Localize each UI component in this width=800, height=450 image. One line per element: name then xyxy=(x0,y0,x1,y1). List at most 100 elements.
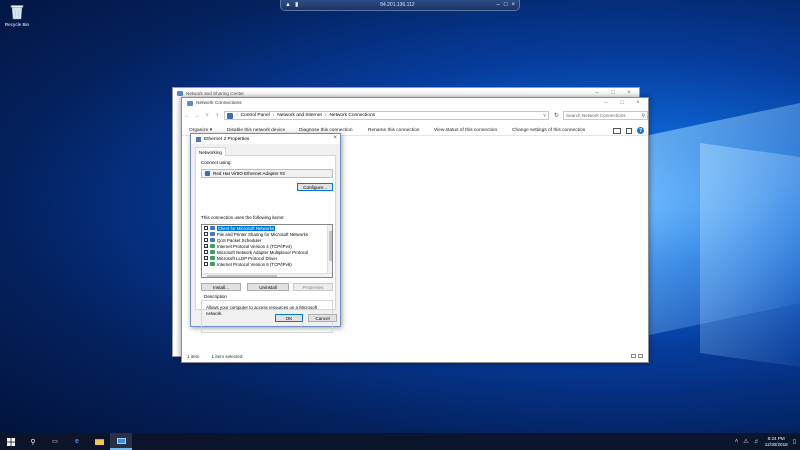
recycle-bin-label: Recycle Bin xyxy=(4,22,30,27)
address-bar[interactable]: › Control Panel › Network and Internet ›… xyxy=(224,111,549,120)
restore-icon[interactable]: □ xyxy=(504,2,508,8)
network-adapter-icon xyxy=(196,136,201,142)
taskbar-control-panel[interactable] xyxy=(110,433,132,450)
item-checkbox[interactable] xyxy=(204,250,208,254)
start-button[interactable] xyxy=(0,433,22,450)
vertical-scrollbar[interactable] xyxy=(327,225,332,277)
dialog-title: Ethernet 2 Properties xyxy=(204,136,250,142)
items-label: This connection uses the following items… xyxy=(201,215,285,220)
items-list[interactable]: Client for Microsoft Networks File and P… xyxy=(201,224,333,278)
breadcrumb-control-panel[interactable]: Control Panel xyxy=(241,113,270,118)
connection-bars-icon[interactable]: ▮ xyxy=(295,2,298,8)
item-label: Internet Protocol Version 4 (TCP/IPv4) xyxy=(217,243,292,249)
refresh-icon[interactable]: ↻ xyxy=(552,112,561,119)
taskbar-file-explorer[interactable] xyxy=(88,433,110,450)
list-item[interactable]: Internet Protocol Version 6 (TCP/IPv6) xyxy=(202,261,332,267)
network-adapter-icon xyxy=(205,171,210,176)
up-arrow-icon[interactable]: ↑ xyxy=(212,113,222,119)
close-icon[interactable]: × xyxy=(333,135,337,141)
change-settings-command[interactable]: Change settings of this connection xyxy=(512,128,585,133)
horizontal-scrollbar[interactable] xyxy=(202,273,332,277)
dialog-titlebar[interactable]: Ethernet 2 Properties xyxy=(191,134,340,144)
edge-browser-icon: e xyxy=(75,438,79,445)
recent-dropdown-icon[interactable]: ˅ xyxy=(202,113,212,119)
description-label: Description xyxy=(204,294,227,299)
item-checkbox[interactable] xyxy=(204,256,208,260)
taskbar-edge[interactable]: e xyxy=(66,433,88,450)
close-icon[interactable]: × xyxy=(511,2,515,8)
item-checkbox[interactable] xyxy=(204,262,208,266)
view-mode-icons xyxy=(631,354,643,358)
cancel-button[interactable]: Cancel xyxy=(308,314,337,322)
clock-date: 12/30/2018 xyxy=(764,441,788,447)
adapter-name-field: Red Hat VirtIO Ethernet Adapter #2 xyxy=(201,169,333,178)
item-checkbox[interactable] xyxy=(204,238,208,242)
view-controls: ? xyxy=(613,127,644,134)
network-protocol-icon xyxy=(210,256,215,260)
recycle-bin[interactable]: Recycle Bin xyxy=(4,4,30,27)
details-view-icon[interactable] xyxy=(631,354,636,358)
ok-button[interactable]: OK xyxy=(275,314,303,322)
install-button[interactable]: Install... xyxy=(201,283,241,291)
tab-networking[interactable]: Networking xyxy=(195,147,226,156)
main-window-titlebar[interactable]: Network Connections xyxy=(182,98,648,108)
large-icons-view-icon[interactable] xyxy=(638,354,643,358)
change-view-icon[interactable] xyxy=(613,127,621,134)
chevron-right-icon: › xyxy=(324,113,327,118)
back-arrow-icon[interactable]: ← xyxy=(182,113,192,119)
selected-count: 1 item selected xyxy=(211,354,243,359)
control-panel-icon xyxy=(116,437,126,444)
item-label: Microsoft LLDP Protocol Driver xyxy=(217,255,278,261)
notifications-icon[interactable]: ▯ xyxy=(793,438,796,445)
help-icon[interactable]: ? xyxy=(637,127,644,134)
preview-pane-icon[interactable] xyxy=(626,127,632,134)
task-view-icon: ▭ xyxy=(52,439,58,445)
view-status-command[interactable]: View status of this connection xyxy=(434,128,497,133)
minimize-icon[interactable]: – xyxy=(589,88,605,97)
network-protocol-icon xyxy=(210,244,215,248)
minimize-icon[interactable]: – xyxy=(497,2,500,8)
chevron-up-icon[interactable]: ˄ xyxy=(735,439,739,445)
item-checkbox-checked[interactable]: ✓ xyxy=(204,244,208,249)
chevron-down-icon[interactable]: ˅ xyxy=(543,113,546,119)
network-protocol-icon xyxy=(210,262,215,266)
scroll-thumb[interactable] xyxy=(329,231,332,261)
back-window-title: Network and Sharing Center xyxy=(186,90,244,96)
main-window-title: Network Connections xyxy=(196,100,242,106)
clock[interactable]: 8:24 PM 12/30/2018 xyxy=(765,436,788,448)
volume-icon[interactable]: ♬ xyxy=(754,439,760,445)
close-icon[interactable]: × xyxy=(621,88,637,97)
ethernet-properties-dialog[interactable]: Ethernet 2 Properties × Networking Conne… xyxy=(190,133,341,333)
network-warning-icon[interactable]: ⚠ xyxy=(743,438,748,445)
adapter-name: Red Hat VirtIO Ethernet Adapter #2 xyxy=(213,171,285,176)
rename-command[interactable]: Rename this connection xyxy=(368,128,419,133)
breadcrumb-network-connections[interactable]: Network Connections xyxy=(329,113,375,118)
search-button[interactable]: ⚲ xyxy=(22,433,44,450)
scroll-thumb[interactable] xyxy=(207,275,277,277)
networking-tab-page: Connect using: Red Hat VirtIO Ethernet A… xyxy=(195,156,336,333)
configure-button[interactable]: Configure... xyxy=(297,183,333,191)
network-protocol-icon xyxy=(210,250,215,254)
item-label: Internet Protocol Version 6 (TCP/IPv6) xyxy=(217,261,292,267)
chevron-right-icon: › xyxy=(272,113,275,118)
minimize-icon[interactable]: – xyxy=(598,98,614,107)
maximize-icon[interactable]: □ xyxy=(605,88,621,97)
uninstall-button[interactable]: Uninstall xyxy=(247,283,289,291)
network-icon xyxy=(177,90,183,96)
search-icon: ⚲ xyxy=(30,438,36,446)
address-row: ← → ˅ ↑ › Control Panel › Network and In… xyxy=(182,111,648,120)
properties-button[interactable]: Properties xyxy=(293,283,333,291)
forward-arrow-icon[interactable]: → xyxy=(192,113,202,119)
network-icon xyxy=(187,100,193,106)
item-checkbox[interactable] xyxy=(204,232,208,236)
breadcrumb-network-internet[interactable]: Network and Internet xyxy=(277,113,322,118)
item-checkbox[interactable] xyxy=(204,226,208,230)
search-input[interactable]: Search Network Connections ⚲ xyxy=(563,111,648,120)
folder-icon xyxy=(94,438,104,445)
maximize-icon[interactable]: □ xyxy=(614,98,630,107)
pin-icon[interactable]: ▲ xyxy=(285,2,291,8)
search-icon[interactable]: ⚲ xyxy=(641,113,645,119)
item-label: QoS Packet Scheduler xyxy=(217,237,262,243)
close-icon[interactable]: × xyxy=(630,98,646,107)
task-view-button[interactable]: ▭ xyxy=(44,433,66,450)
